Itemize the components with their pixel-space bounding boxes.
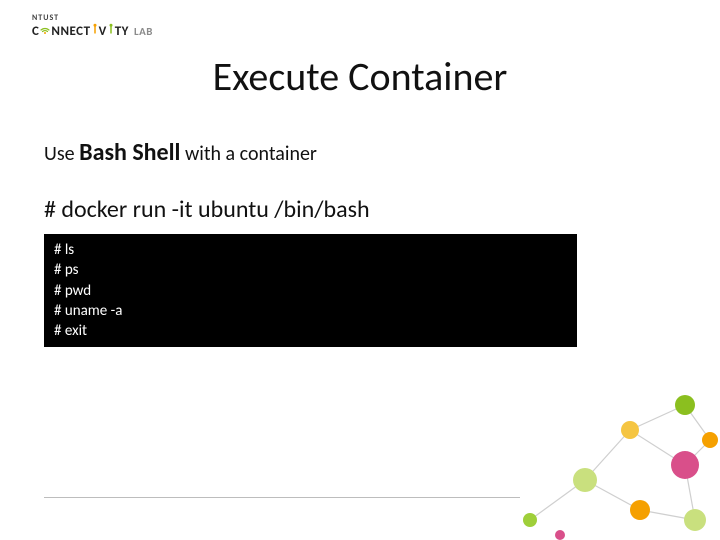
slide-title: Execute Container	[0, 52, 720, 101]
footer-divider	[44, 497, 520, 498]
terminal-line: # uname -a	[54, 301, 567, 321]
terminal-block: # ls # ps # pwd # uname -a # exit	[44, 234, 577, 347]
terminal-line: # pwd	[54, 281, 567, 301]
antenna-icon	[107, 24, 115, 39]
logo-connectivity: CNNECTVTYLAB	[32, 24, 153, 39]
terminal-line: # ps	[54, 260, 567, 280]
network-decoration	[490, 370, 720, 540]
brand-logo: NTUST CNNECTVTYLAB	[32, 14, 153, 39]
docker-command: # docker run -it ubuntu /bin/bash	[44, 195, 676, 224]
terminal-line: # exit	[54, 321, 567, 341]
subheading: Use Bash Shell with a container	[44, 138, 676, 167]
terminal-line: # ls	[54, 240, 567, 260]
logo-ntust: NTUST	[32, 14, 153, 22]
antenna-icon	[91, 24, 99, 39]
slide-body: Use Bash Shell with a container # docker…	[44, 138, 676, 347]
wifi-icon	[39, 24, 51, 39]
